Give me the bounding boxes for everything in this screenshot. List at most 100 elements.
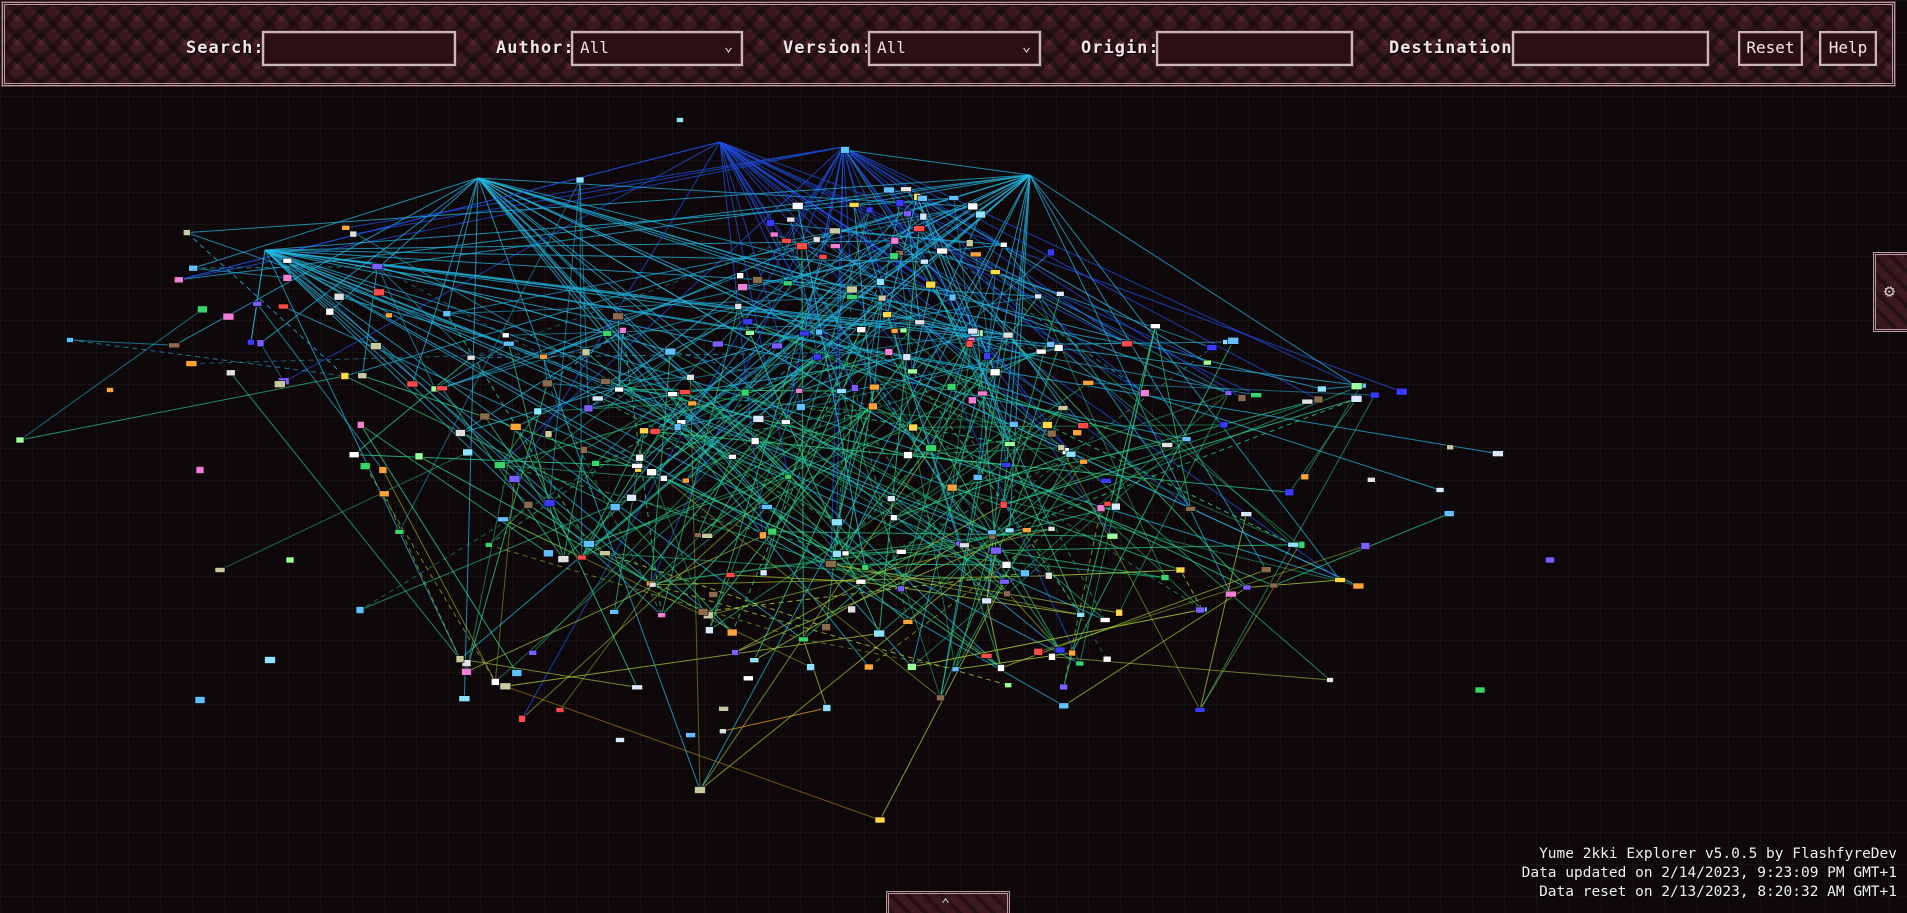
world-node[interactable] [988, 534, 997, 541]
world-node[interactable] [697, 607, 709, 616]
world-node[interactable] [815, 328, 824, 336]
world-node[interactable] [886, 495, 896, 503]
world-node[interactable] [965, 340, 974, 348]
world-node[interactable] [1150, 323, 1161, 329]
world-node[interactable] [850, 384, 859, 392]
world-node[interactable] [685, 732, 696, 738]
world-node[interactable] [591, 395, 604, 402]
version-select[interactable]: All ⌄ [868, 31, 1041, 66]
world-node[interactable] [511, 669, 523, 677]
world-node[interactable] [999, 242, 1008, 248]
world-node[interactable] [1020, 569, 1030, 578]
world-node[interactable] [836, 388, 847, 394]
world-node[interactable] [1072, 429, 1082, 437]
world-node[interactable] [1034, 293, 1042, 300]
world-node[interactable] [1360, 542, 1371, 550]
world-node[interactable] [983, 352, 991, 361]
world-node[interactable] [174, 276, 184, 284]
world-node[interactable] [902, 353, 912, 361]
world-node[interactable] [106, 387, 114, 393]
world-node[interactable] [925, 280, 937, 289]
world-node[interactable] [252, 301, 263, 307]
world-node[interactable] [455, 655, 465, 663]
world-node[interactable] [903, 451, 913, 459]
world-node[interactable] [1195, 606, 1205, 614]
world-node[interactable] [222, 312, 235, 321]
world-node[interactable] [541, 379, 553, 388]
world-node[interactable] [462, 448, 474, 457]
settings-tab[interactable]: ⚙ [1873, 252, 1907, 332]
world-node[interactable] [795, 387, 803, 394]
world-node[interactable] [609, 503, 621, 512]
world-node[interactable] [863, 663, 874, 671]
world-node[interactable] [1102, 655, 1112, 663]
world-node[interactable] [958, 542, 970, 549]
world-node[interactable] [1300, 473, 1310, 481]
world-node[interactable] [1194, 707, 1206, 713]
world-node[interactable] [657, 612, 666, 618]
world-node[interactable] [847, 605, 856, 614]
world-node[interactable] [631, 463, 644, 469]
world-node[interactable] [369, 342, 382, 350]
world-node[interactable] [865, 206, 874, 214]
world-node[interactable] [609, 609, 620, 615]
world-node[interactable] [875, 278, 885, 286]
world-node[interactable] [557, 555, 570, 563]
world-node[interactable] [523, 501, 534, 509]
world-node[interactable] [987, 529, 997, 536]
world-node[interactable] [946, 483, 958, 492]
world-node[interactable] [749, 657, 760, 664]
world-node[interactable] [861, 563, 870, 571]
world-node[interactable] [1068, 649, 1076, 657]
world-node[interactable] [967, 202, 979, 211]
world-node[interactable] [1033, 647, 1044, 656]
world-node[interactable] [678, 389, 691, 395]
world-node[interactable] [1203, 359, 1212, 366]
world-node[interactable] [664, 347, 677, 356]
world-node[interactable] [1435, 487, 1445, 493]
world-node[interactable] [890, 328, 899, 334]
world-node[interactable] [648, 581, 657, 588]
world-node[interactable] [948, 195, 960, 201]
origin-input[interactable] [1156, 31, 1353, 66]
world-node[interactable] [1326, 677, 1334, 683]
world-node[interactable] [1057, 444, 1066, 451]
world-node[interactable] [1001, 561, 1012, 569]
world-node[interactable] [907, 368, 918, 375]
world-node[interactable] [591, 460, 601, 467]
world-node[interactable] [197, 305, 208, 314]
world-node[interactable] [889, 252, 899, 260]
world-node[interactable] [518, 714, 526, 723]
world-node[interactable] [1046, 341, 1055, 348]
world-node[interactable] [1054, 646, 1066, 654]
world-node[interactable] [1100, 478, 1112, 484]
world-node[interactable] [602, 330, 613, 337]
reset-button[interactable]: Reset [1738, 31, 1803, 66]
world-node[interactable] [1474, 686, 1486, 694]
world-node[interactable] [168, 342, 180, 349]
world-node[interactable] [766, 219, 775, 227]
world-node[interactable] [582, 540, 595, 548]
world-node[interactable] [356, 421, 365, 429]
help-button[interactable]: Help [1819, 31, 1877, 66]
world-node[interactable] [226, 369, 236, 377]
world-node[interactable] [824, 560, 837, 568]
world-node[interactable] [15, 436, 25, 444]
world-node[interactable] [455, 429, 466, 437]
world-node[interactable] [907, 663, 917, 671]
world-node[interactable] [902, 619, 914, 625]
world-node[interactable] [576, 554, 587, 561]
world-node[interactable] [378, 466, 388, 474]
world-node[interactable] [750, 437, 760, 445]
world-node[interactable] [509, 423, 522, 431]
world-node[interactable] [278, 303, 289, 310]
world-node[interactable] [378, 490, 390, 498]
world-node[interactable] [1075, 660, 1085, 667]
world-node[interactable] [759, 569, 768, 577]
world-node[interactable] [1121, 340, 1133, 348]
world-node[interactable] [877, 294, 887, 302]
world-node[interactable] [639, 427, 649, 435]
world-node[interactable] [798, 330, 810, 337]
world-node[interactable] [718, 705, 729, 712]
world-node[interactable] [285, 556, 295, 564]
